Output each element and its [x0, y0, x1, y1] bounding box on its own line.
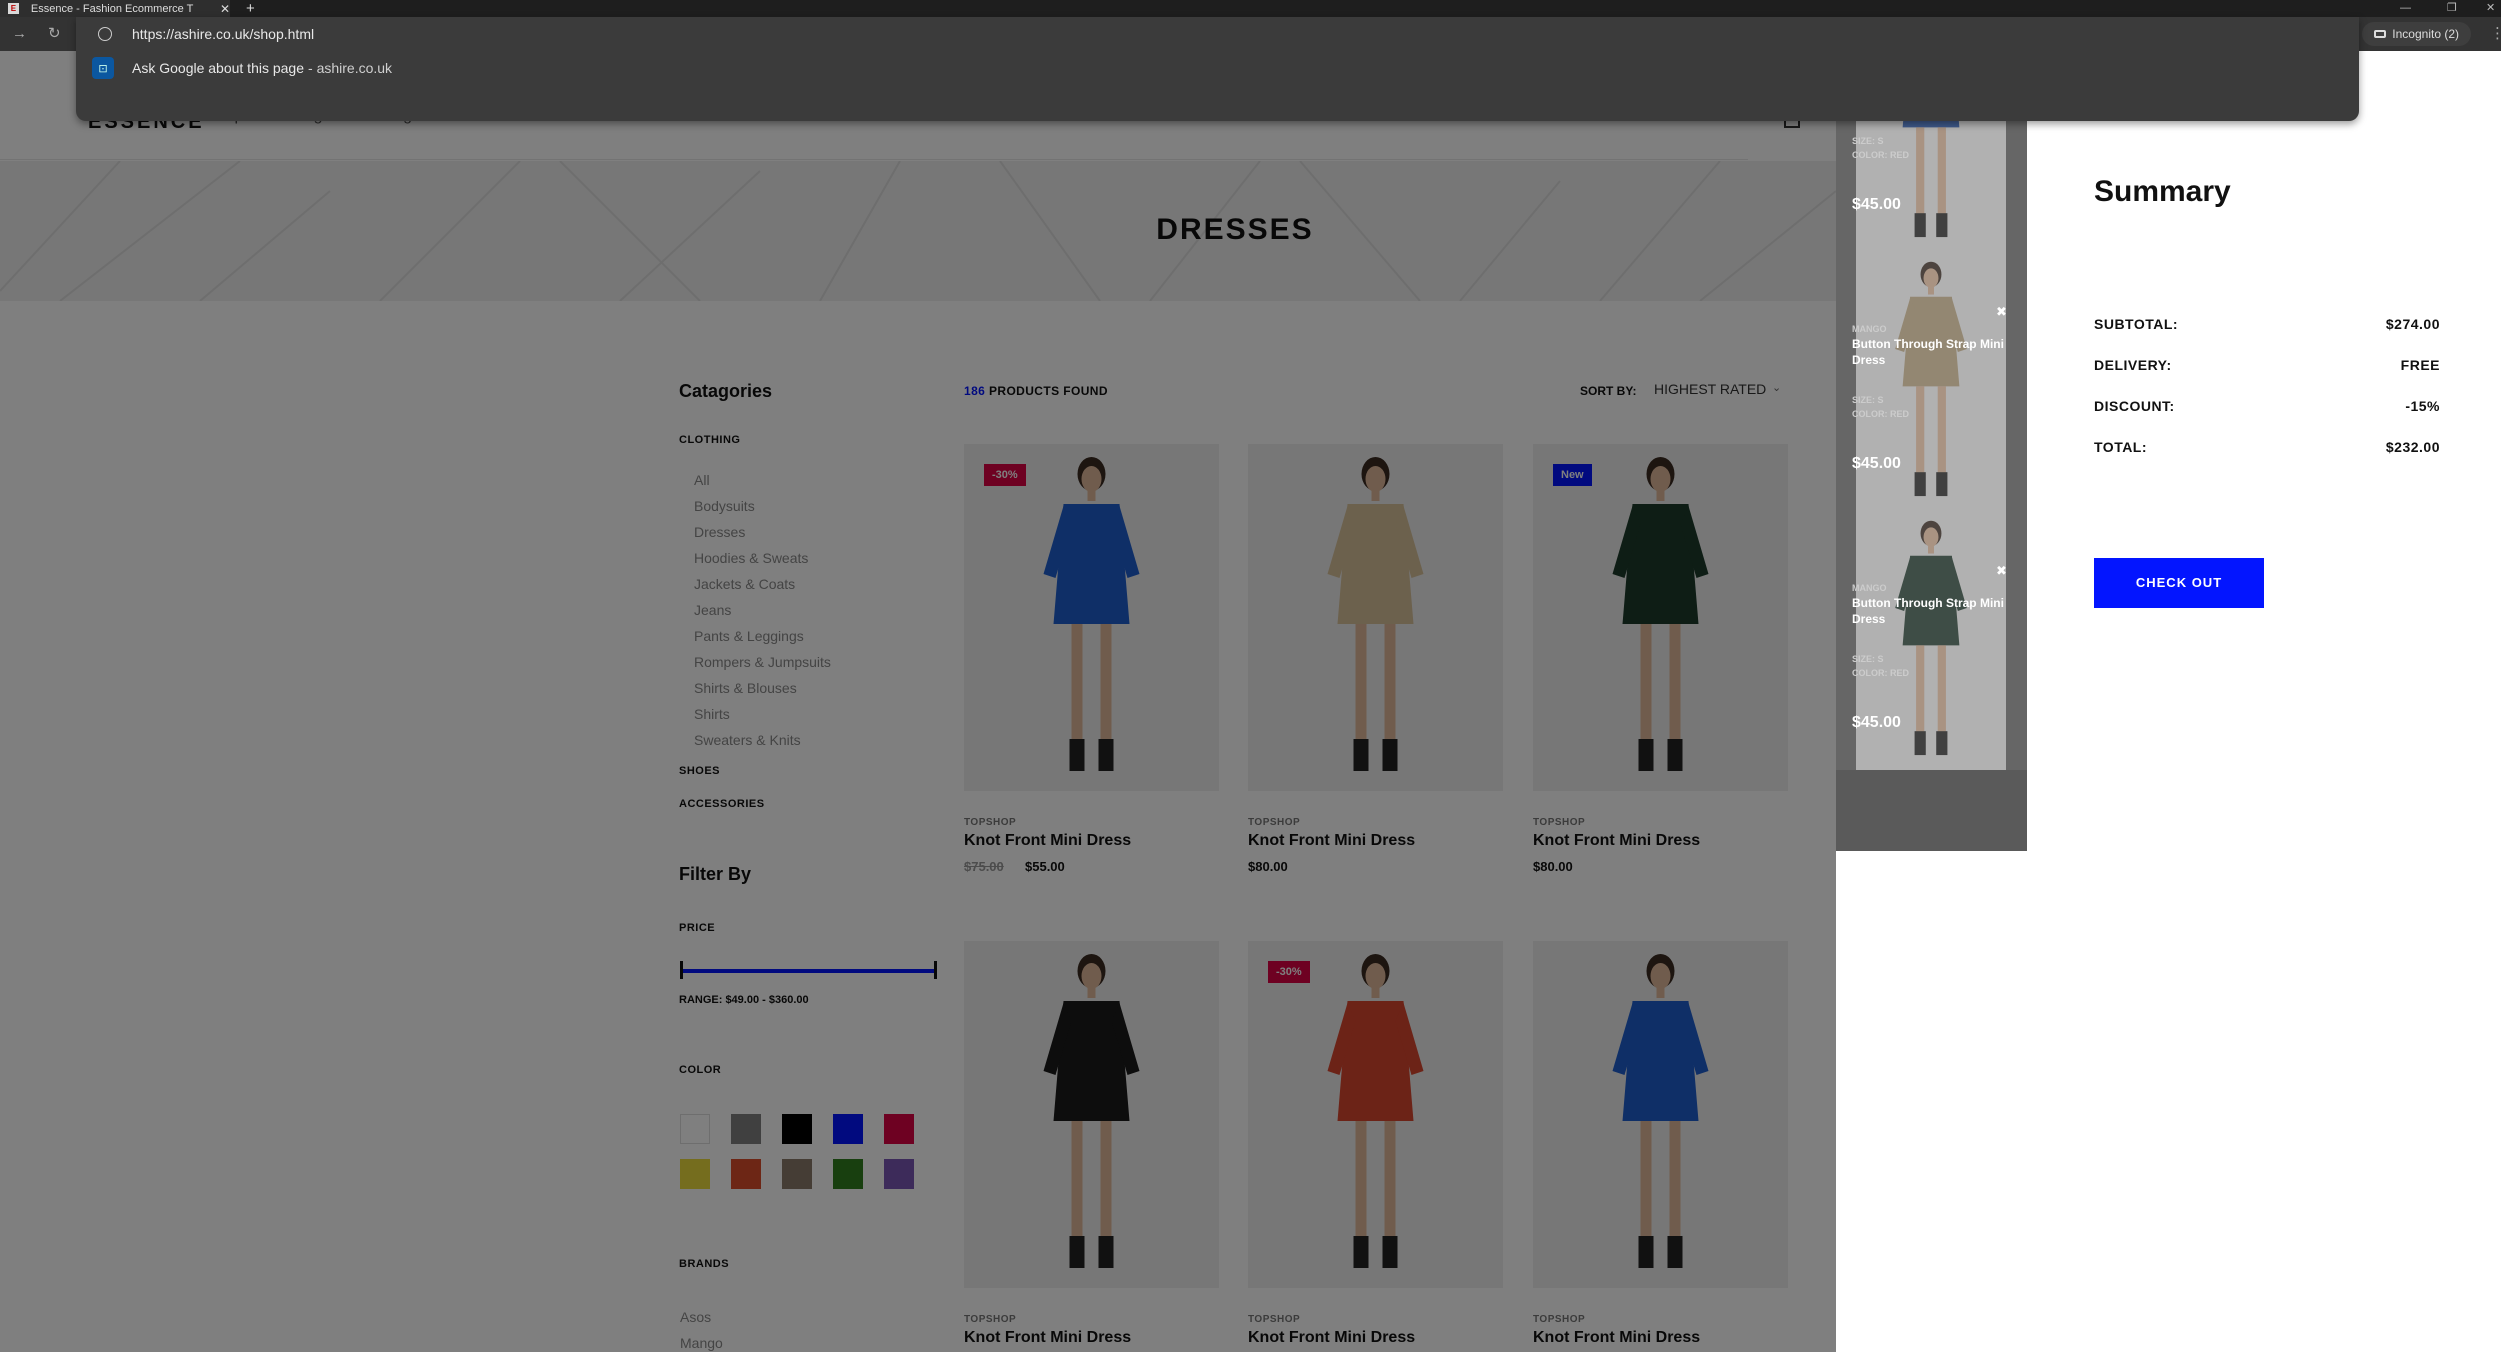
summary-value: -15%: [2405, 398, 2440, 414]
incognito-label: Incognito (2): [2392, 27, 2459, 41]
incognito-indicator[interactable]: Incognito (2): [2362, 22, 2471, 46]
page-dim-overlay[interactable]: [0, 51, 1836, 1352]
cart-item-name: Button Through Strap Mini Dress: [1852, 337, 2004, 367]
cart-item[interactable]: ✖ MANGO Button Through Strap Mini Dress SIZ…: [1836, 511, 2027, 770]
cart-panel: MANGO Button Through Strap Mini Dress SIZE…: [1836, 51, 2501, 1352]
tab-strip: E Essence - Fashion Ecommerce T ✕ + — ❐ …: [0, 0, 2501, 17]
reload-icon[interactable]: ↻: [48, 17, 61, 51]
summary-value: FREE: [2400, 357, 2440, 373]
menu-icon[interactable]: ⋮: [2490, 17, 2501, 51]
new-tab-button[interactable]: +: [246, 0, 255, 17]
summary-label: SUBTOTAL:: [2094, 316, 2179, 332]
window-close-icon[interactable]: ✕: [2486, 0, 2495, 17]
omnibox-dropdown: https://ashire.co.uk/shop.html ⊡ Ask Goo…: [76, 17, 2359, 121]
summary-row: SUBTOTAL: $274.00: [2094, 316, 2440, 332]
suggestion-domain: - ashire.co.uk: [308, 60, 393, 76]
summary-row: DELIVERY: FREE: [2094, 357, 2440, 373]
cart-item-brand: MANGO: [1852, 324, 1887, 334]
summary-label: DELIVERY:: [2094, 357, 2172, 373]
address-bar[interactable]: https://ashire.co.uk/shop.html: [76, 17, 2359, 51]
remove-item-icon[interactable]: ✖: [1996, 304, 2007, 320]
summary-row: TOTAL: $232.00: [2094, 439, 2440, 455]
cart-item-price: $45.00: [1852, 714, 1901, 731]
cart-item-size: SIZE: S: [1852, 136, 1884, 146]
summary-label: TOTAL:: [2094, 439, 2148, 455]
favicon-icon: E: [8, 3, 19, 14]
cart-item-brand: MANGO: [1852, 583, 1887, 593]
tab-close-icon[interactable]: ✕: [220, 2, 230, 16]
cart-item[interactable]: ✖ MANGO Button Through Strap Mini Dress SIZ…: [1836, 252, 2027, 511]
browser-tab[interactable]: E Essence - Fashion Ecommerce T ✕: [0, 0, 230, 17]
tab-title: Essence - Fashion Ecommerce T: [30, 2, 194, 15]
cart-item-color: COLOR: RED: [1852, 668, 1909, 678]
forward-icon[interactable]: →: [12, 17, 27, 51]
suggestion-text: Ask Google about this page: [132, 60, 305, 76]
cart-item-color: COLOR: RED: [1852, 409, 1909, 419]
url-text[interactable]: https://ashire.co.uk/shop.html: [132, 26, 314, 42]
summary-row: DISCOUNT: -15%: [2094, 398, 2440, 414]
omnibox-suggestion[interactable]: ⊡ Ask Google about this page - ashire.co…: [76, 51, 2359, 85]
remove-item-icon[interactable]: ✖: [1996, 563, 2007, 579]
summary-title: Summary: [2094, 175, 2231, 208]
incognito-icon: [2374, 30, 2387, 38]
restore-icon[interactable]: ❐: [2447, 0, 2457, 17]
cart-item-size: SIZE: S: [1852, 395, 1884, 405]
summary-label: DISCOUNT:: [2094, 398, 2175, 414]
cart-item-name: Button Through Strap Mini Dress: [1852, 596, 2004, 626]
cart-item-price: $45.00: [1852, 455, 1901, 472]
site-info-icon[interactable]: [98, 27, 112, 41]
cart-item-size: SIZE: S: [1852, 654, 1884, 664]
checkout-button[interactable]: CHECK OUT: [2094, 558, 2264, 608]
cart-item-color: COLOR: RED: [1852, 150, 1909, 160]
lens-icon: ⊡: [92, 57, 114, 79]
summary-value: $232.00: [2385, 439, 2440, 455]
cart-item-price: $45.00: [1852, 196, 1901, 213]
summary-value: $274.00: [2385, 316, 2440, 332]
minimize-icon[interactable]: —: [2400, 0, 2411, 17]
cart-items-list: MANGO Button Through Strap Mini Dress SIZE…: [1836, 51, 2027, 851]
